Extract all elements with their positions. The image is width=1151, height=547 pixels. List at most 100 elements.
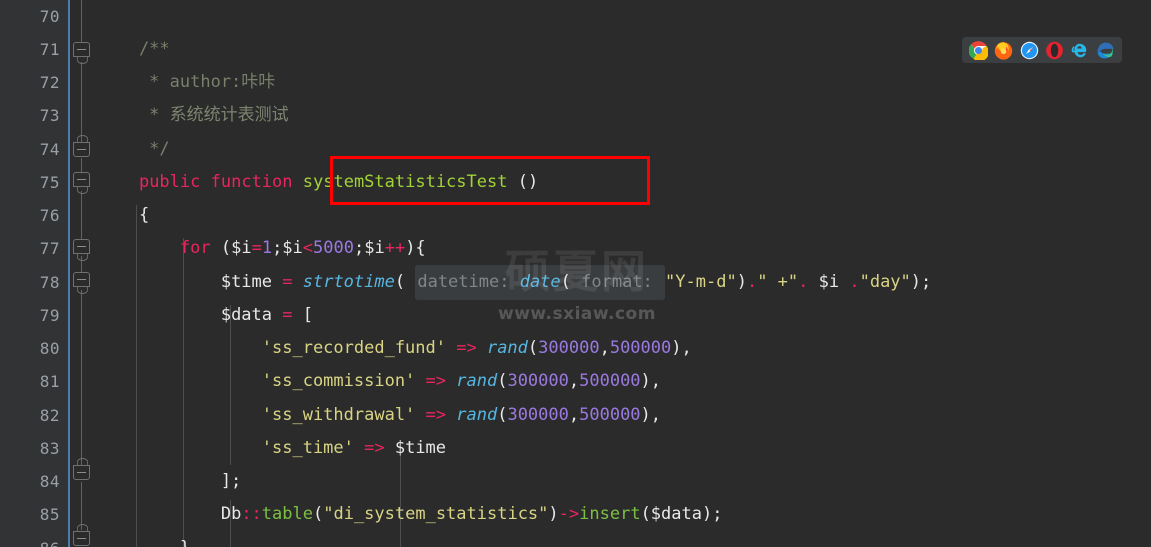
builtin-date: date: [519, 272, 561, 292]
operator-lt: <: [302, 238, 314, 258]
array-key-commission: 'ss_commission': [261, 371, 426, 391]
code-line-for-loop[interactable]: for ($i = 1 ;$i <5000 ;$i ++){: [98, 232, 426, 265]
code-content-area[interactable]: /** * author:咔咔 * 系统统计表测试 */ public func…: [98, 0, 1151, 547]
concat-dot: .: [746, 272, 758, 292]
number-max: 500000: [579, 405, 641, 425]
code-folding-column[interactable]: [70, 0, 98, 547]
code-line-array-item[interactable]: 'ss_recorded_fund' => rand(300000, 500000…: [98, 332, 692, 365]
line-number: 75: [39, 173, 60, 192]
close-paren-comma: ),: [640, 405, 662, 425]
fold-dash-icon: [77, 538, 86, 539]
comment-token: */: [98, 139, 170, 159]
comma: ,: [599, 338, 610, 358]
fold-marker-end[interactable]: [73, 142, 90, 157]
code-line-function-signature[interactable]: public function systemStatisticsTest (): [98, 166, 538, 199]
browser-icon-bar[interactable]: [962, 37, 1122, 63]
method-insert: insert: [579, 504, 641, 524]
number-1: 1: [261, 238, 273, 258]
close-brace: }: [98, 532, 190, 547]
function-name: systemStatisticsTest: [302, 172, 508, 192]
close-paren: ): [736, 272, 747, 292]
code-line-array-item[interactable]: 'ss_time' => $time: [98, 432, 446, 465]
number-5000: 5000: [313, 238, 354, 258]
code-line[interactable]: {: [98, 199, 149, 232]
opera-icon[interactable]: [1045, 41, 1064, 60]
array-key-withdrawal: 'ss_withdrawal': [261, 405, 426, 425]
fold-marker-collapse[interactable]: [73, 172, 90, 187]
code-line-array-item[interactable]: 'ss_withdrawal' => rand(300000, 500000),: [98, 399, 661, 432]
variable-time: $time: [220, 272, 283, 292]
fold-dash-icon: [77, 279, 86, 280]
builtin-rand: rand: [486, 338, 528, 358]
code-line-array-close[interactable]: ];: [98, 465, 241, 498]
fold-marker-end[interactable]: [73, 465, 90, 480]
code-line-array-open[interactable]: $data = [: [98, 299, 313, 332]
code-line-array-item[interactable]: 'ss_commission' => rand(300000, 500000),: [98, 365, 661, 398]
code-line[interactable]: * author:咔咔: [98, 66, 275, 99]
comma: ,: [568, 371, 580, 391]
code-line[interactable]: }: [98, 532, 190, 547]
line-number-gutter: 70 71 72 73 74 75 76 77 78 79 80 81 82 8…: [0, 0, 68, 547]
code-line[interactable]: /**: [98, 33, 170, 66]
keyword-public: public: [138, 172, 201, 192]
operator-arrow: =>: [364, 438, 395, 458]
fold-marker-collapse[interactable]: [73, 239, 90, 254]
method-table: table: [261, 504, 313, 524]
edge-icon[interactable]: [1096, 41, 1115, 60]
open-paren: (: [394, 272, 416, 292]
paren-var: ($i: [210, 238, 252, 258]
line-number: 77: [39, 239, 60, 258]
fold-dash-icon: [77, 246, 86, 247]
line-number: 82: [39, 406, 60, 425]
concat-dot3: .: [849, 272, 860, 292]
builtin-strtotime: strtotime: [302, 272, 395, 292]
fold-marker-collapse[interactable]: [73, 272, 90, 287]
string-plus: " +": [757, 272, 799, 292]
number-max: 500000: [609, 338, 672, 358]
array-key-recorded-fund: 'ss_recorded_fund': [261, 338, 457, 358]
code-editor[interactable]: 70 71 72 73 74 75 76 77 78 79 80 81 82 8…: [0, 0, 1151, 547]
number-max: 500000: [579, 371, 641, 391]
firefox-icon[interactable]: [994, 41, 1013, 60]
class-db: Db: [220, 504, 242, 524]
number-min: 300000: [538, 338, 600, 358]
operator-assign: =: [251, 238, 262, 258]
code-line-db-insert[interactable]: Db:: table("di_system_statistics") -> inser…: [98, 498, 723, 531]
number-min: 300000: [507, 405, 569, 425]
number-min: 300000: [507, 371, 569, 391]
operator-arrow: =>: [425, 371, 457, 391]
fold-dash-icon: [77, 179, 86, 180]
string-table-name: "di_system_statistics": [323, 504, 549, 524]
operator-static: ::: [241, 504, 262, 524]
operator-arrow: =>: [425, 405, 457, 425]
inlay-hint-datetime: datetime: date( format:: [415, 265, 666, 301]
chrome-icon[interactable]: [969, 40, 989, 60]
string-day: "day": [859, 272, 911, 292]
code-line[interactable]: */: [98, 133, 170, 166]
safari-icon[interactable]: [1020, 41, 1039, 60]
internet-explorer-icon[interactable]: [1070, 41, 1089, 60]
line-number: 81: [39, 372, 60, 391]
open-paren: (: [312, 504, 324, 524]
fold-marker-collapse[interactable]: [73, 42, 90, 57]
concat-dot2: .: [798, 272, 809, 292]
open-brace: {: [98, 205, 150, 225]
close-paren-comma: ),: [640, 371, 662, 391]
line-number: 80: [39, 339, 60, 358]
keyword-function: function: [210, 172, 293, 192]
builtin-rand: rand: [456, 405, 498, 425]
code-line-strtotime[interactable]: $time = strtotime( datetime: date( forma…: [98, 265, 931, 301]
keyword-for: for: [179, 238, 211, 258]
close-paren-comma: ),: [671, 338, 692, 358]
parens: (): [507, 172, 539, 192]
code-line[interactable]: * 系统统计表测试: [98, 99, 288, 132]
fold-marker-end[interactable]: [73, 531, 90, 546]
